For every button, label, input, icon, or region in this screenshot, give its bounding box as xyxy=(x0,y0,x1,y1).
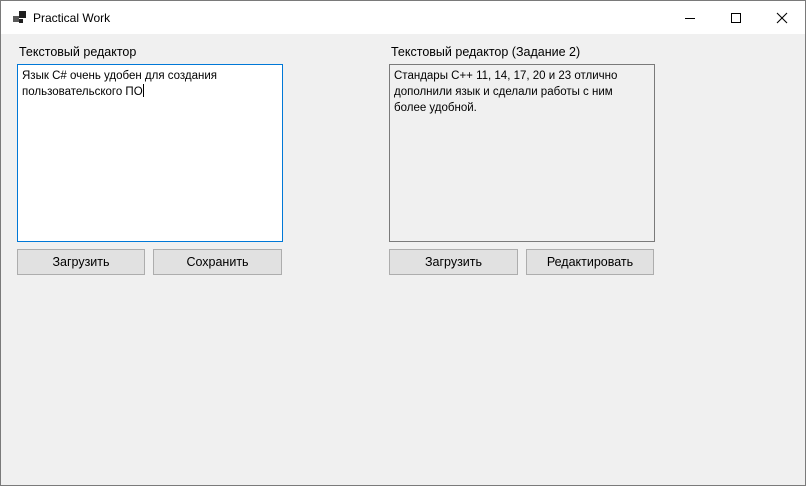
maximize-icon xyxy=(731,12,741,23)
right-text-editor[interactable]: Стандары C++ 11, 14, 17, 20 и 23 отлично… xyxy=(389,64,655,242)
edit-button[interactable]: Редактировать xyxy=(526,249,654,275)
main-window: Practical Work Текстовый редактор Язык C… xyxy=(0,0,806,486)
left-editor-text: Язык C# очень удобен для создания пользо… xyxy=(22,70,218,98)
app-icon xyxy=(13,11,26,23)
right-editor-label: Текстовый редактор (Задание 2) xyxy=(391,45,581,59)
maximize-button[interactable] xyxy=(713,1,759,34)
minimize-button[interactable] xyxy=(667,1,713,34)
save-button[interactable]: Сохранить xyxy=(153,249,282,275)
right-editor-text: Стандары C++ 11, 14, 17, 20 и 23 отлично… xyxy=(394,70,618,114)
window-title: Practical Work xyxy=(33,11,111,25)
minimize-icon xyxy=(685,17,695,19)
text-caret xyxy=(142,84,144,97)
title-bar[interactable]: Practical Work xyxy=(1,1,805,34)
right-load-button[interactable]: Загрузить xyxy=(389,249,518,275)
left-text-editor[interactable]: Язык C# очень удобен для создания пользо… xyxy=(17,64,283,242)
close-icon xyxy=(776,12,788,23)
left-editor-label: Текстовый редактор xyxy=(19,45,137,59)
close-button[interactable] xyxy=(759,1,805,34)
left-load-button[interactable]: Загрузить xyxy=(17,249,145,275)
